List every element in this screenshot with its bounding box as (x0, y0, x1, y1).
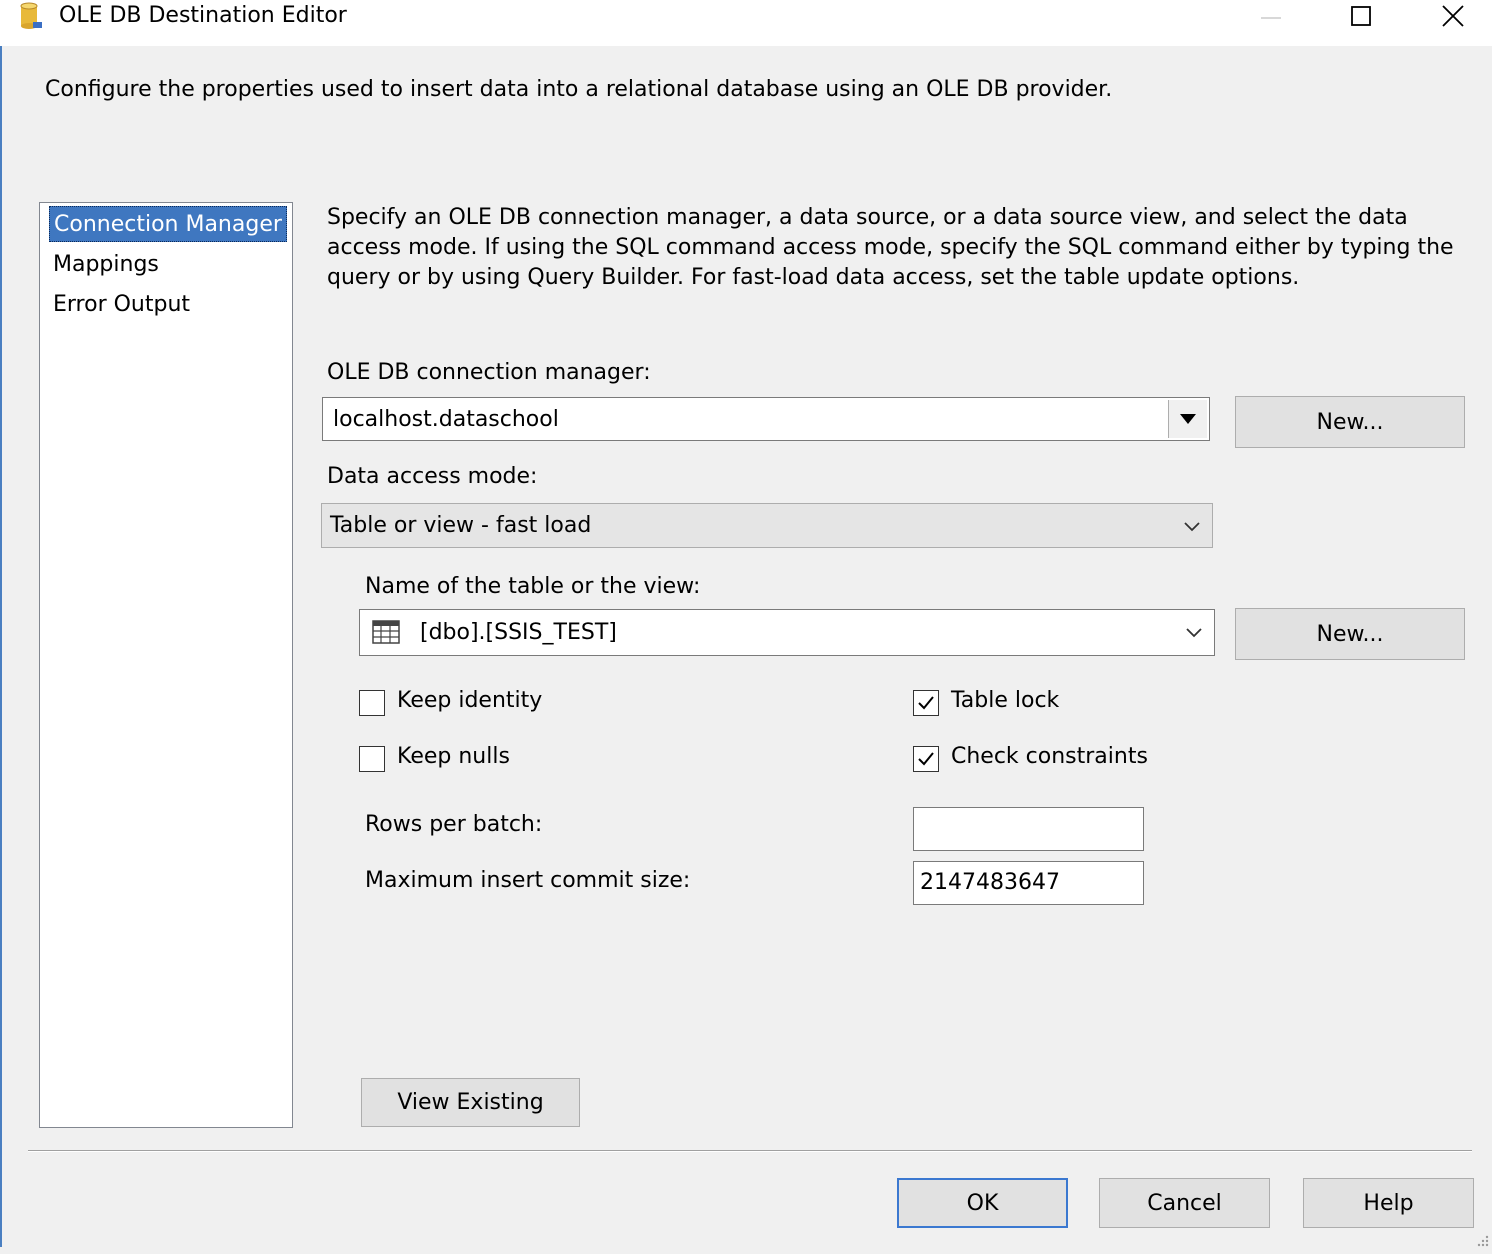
chevron-down-icon (1186, 628, 1202, 638)
cancel-button[interactable]: Cancel (1099, 1178, 1270, 1228)
database-cylinder-icon (18, 2, 44, 30)
view-existing-button[interactable]: View Existing (361, 1078, 580, 1127)
chevron-down-icon (1184, 522, 1200, 532)
table-name-label: Name of the table or the view: (365, 574, 701, 599)
maximize-button[interactable] (1338, 0, 1384, 32)
max-insert-commit-size-input[interactable]: 2147483647 (913, 861, 1144, 905)
keep-nulls-checkbox[interactable] (359, 746, 385, 772)
new-table-button[interactable]: New... (1235, 608, 1465, 660)
dialog-description: Configure the properties used to insert … (45, 77, 1113, 102)
rows-per-batch-label: Rows per batch: (365, 812, 543, 837)
close-button[interactable] (1430, 0, 1476, 32)
minimize-button[interactable] (1248, 0, 1294, 32)
connection-manager-label: OLE DB connection manager: (327, 360, 651, 385)
help-button[interactable]: Help (1303, 1178, 1474, 1228)
page-description: Specify an OLE DB connection manager, a … (327, 205, 1454, 290)
close-icon (1442, 5, 1464, 27)
new-connection-button[interactable]: New... (1235, 396, 1465, 448)
data-access-mode-select[interactable]: Table or view - fast load (321, 503, 1213, 548)
footer-separator (28, 1150, 1472, 1152)
resize-grip-icon[interactable] (1474, 1229, 1490, 1247)
page-navigation-list: Connection Manager Mappings Error Output (39, 202, 293, 1128)
window-title: OLE DB Destination Editor (59, 3, 347, 28)
maximize-icon (1351, 6, 1371, 26)
max-insert-commit-size-value: 2147483647 (920, 870, 1060, 895)
connection-manager-value: localhost.dataschool (333, 407, 559, 432)
keep-identity-checkbox[interactable] (359, 690, 385, 716)
check-constraints-checkbox[interactable] (913, 746, 939, 772)
checkmark-icon (918, 696, 934, 710)
connection-manager-combobox[interactable]: localhost.dataschool (322, 397, 1210, 441)
table-name-value: [dbo].[SSIS_TEST] (420, 620, 617, 645)
title-bar: OLE DB Destination Editor (0, 0, 1492, 46)
keep-nulls-label: Keep nulls (397, 744, 510, 769)
window-border (0, 46, 2, 1247)
checkmark-icon (918, 752, 934, 766)
keep-identity-label: Keep identity (397, 688, 543, 713)
table-lock-checkbox[interactable] (913, 690, 939, 716)
triangle-down-icon (1180, 414, 1196, 424)
data-access-mode-value: Table or view - fast load (330, 513, 592, 538)
max-insert-commit-size-label: Maximum insert commit size: (365, 868, 691, 893)
table-name-select[interactable]: [dbo].[SSIS_TEST] (359, 609, 1215, 656)
minimize-icon (1261, 17, 1281, 19)
table-lock-label: Table lock (951, 688, 1060, 713)
check-constraints-label: Check constraints (951, 744, 1148, 769)
ok-button[interactable]: OK (897, 1178, 1068, 1228)
rows-per-batch-input[interactable] (913, 807, 1144, 851)
table-grid-icon (372, 620, 400, 644)
nav-item-error-output[interactable]: Error Output (49, 287, 194, 323)
data-access-mode-label: Data access mode: (327, 464, 538, 489)
nav-item-mappings[interactable]: Mappings (49, 247, 163, 283)
connection-manager-dropdown-button[interactable] (1168, 400, 1207, 438)
nav-item-connection-manager[interactable]: Connection Manager (49, 206, 287, 242)
